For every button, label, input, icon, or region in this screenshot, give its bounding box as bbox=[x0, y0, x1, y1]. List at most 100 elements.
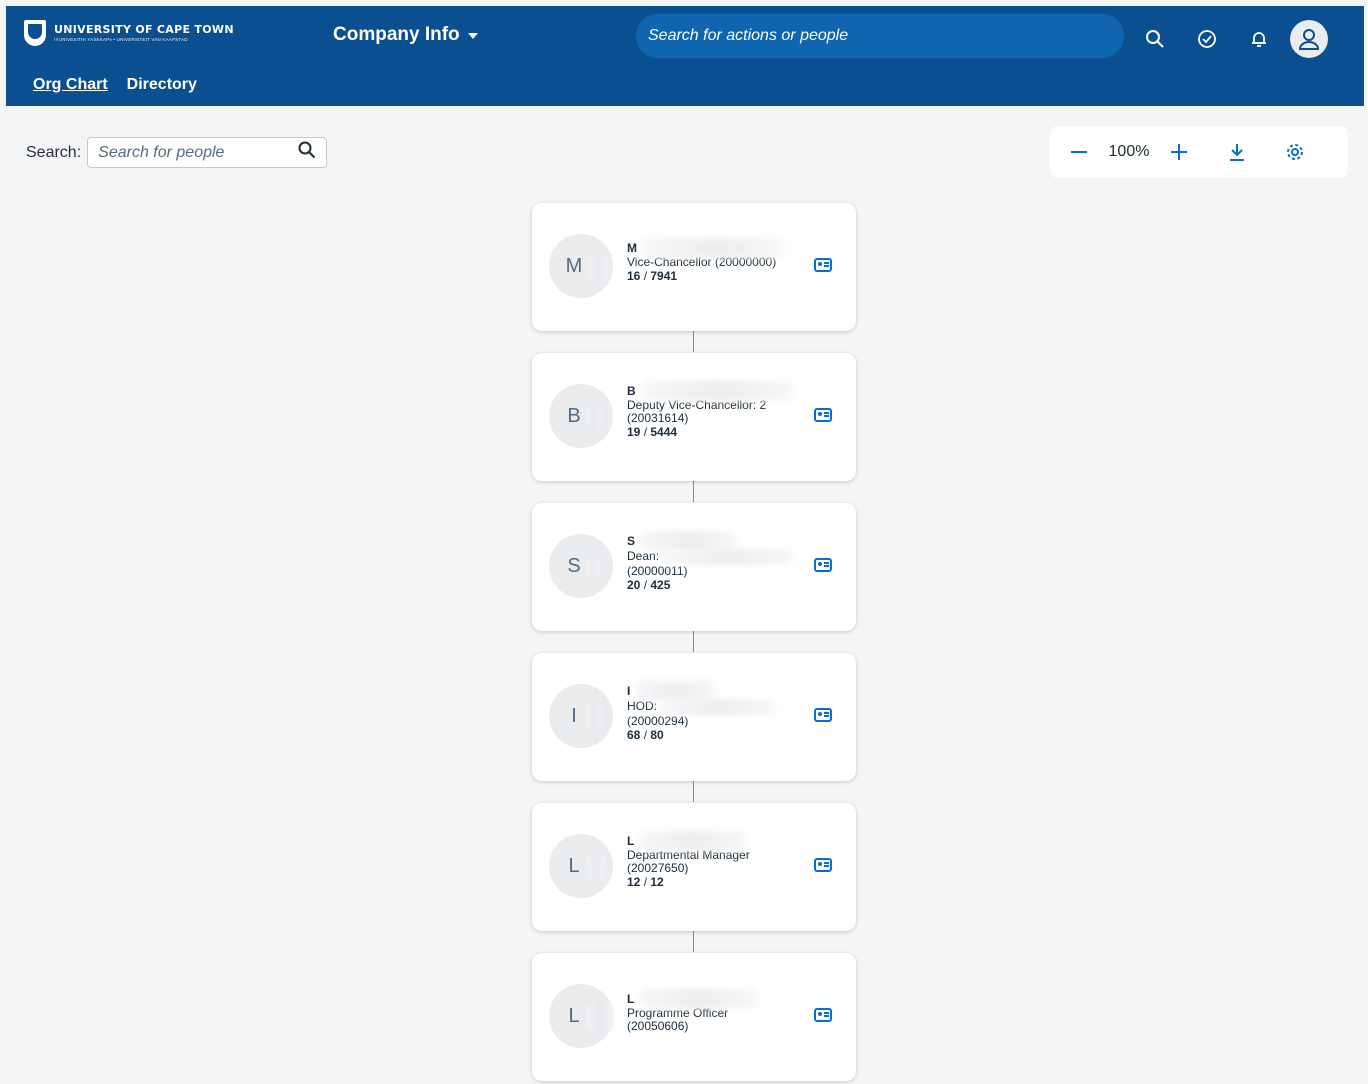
org-node-card[interactable]: L L Programme Officer (20050606) bbox=[532, 953, 856, 1081]
connector-line bbox=[693, 630, 694, 652]
avatar: M bbox=[549, 234, 613, 298]
logo-text: UNIVERSITY OF CAPE TOWN IYUNIVESITHI YAS… bbox=[54, 24, 234, 43]
total-reports: 80 bbox=[650, 728, 664, 742]
org-node-card[interactable]: S S Dean: (20000011) 20 / 425 bbox=[532, 503, 856, 631]
people-search-label: Search: bbox=[26, 143, 82, 161]
total-reports: 7941 bbox=[650, 269, 678, 283]
people-search-input[interactable]: Search for people bbox=[87, 137, 328, 168]
search-icon[interactable] bbox=[1140, 24, 1170, 54]
node-title-2: (20000011) bbox=[627, 564, 688, 578]
node-text: B Deputy Vice-Chancellor: 2 (20031614) 1… bbox=[627, 381, 817, 439]
avatar: S bbox=[549, 534, 613, 598]
app-frame: UNIVERSITY OF CAPE TOWN IYUNIVESITHI YAS… bbox=[6, 6, 1364, 1084]
shell-top-bar: UNIVERSITY OF CAPE TOWN IYUNIVESITHI YAS… bbox=[6, 6, 1364, 64]
direct-reports: 12 bbox=[627, 875, 641, 889]
bell-icon[interactable] bbox=[1244, 24, 1274, 54]
redacted-title bbox=[660, 699, 776, 715]
node-text: S Dean: (20000011) 20 / 425 bbox=[627, 531, 817, 592]
direct-reports: 20 bbox=[627, 578, 641, 592]
contact-card-icon[interactable] bbox=[814, 258, 832, 272]
node-title-2: (20027650) bbox=[627, 861, 689, 875]
redacted-area bbox=[587, 554, 599, 580]
node-counts: 68 / 80 bbox=[627, 728, 664, 742]
node-name: L bbox=[627, 991, 635, 1006]
total-reports: 12 bbox=[650, 875, 664, 889]
direct-reports: 19 bbox=[627, 425, 641, 439]
node-name: B bbox=[627, 383, 636, 398]
avatar: I bbox=[549, 684, 613, 748]
node-counts: 20 / 425 bbox=[627, 578, 671, 592]
direct-reports: 16 bbox=[627, 269, 641, 283]
redacted-name bbox=[640, 831, 746, 851]
org-node-card[interactable]: B B Deputy Vice-Chancellor: 2 (20031614)… bbox=[532, 353, 856, 481]
org-node-card[interactable]: I I HOD: (20000294) 68 / 80 bbox=[532, 653, 856, 781]
redacted-area bbox=[587, 704, 601, 730]
search-icon[interactable] bbox=[298, 141, 316, 164]
node-counts: 19 / 5444 bbox=[627, 425, 678, 439]
minus-icon bbox=[1071, 151, 1087, 153]
caret-down-icon bbox=[467, 33, 478, 39]
people-search-placeholder: Search for people bbox=[98, 143, 225, 161]
avatar-initial: B bbox=[567, 404, 581, 427]
redacted-name bbox=[641, 531, 737, 551]
people-search: Search: Search for people bbox=[26, 137, 328, 168]
node-title-2: (20050606) bbox=[627, 1019, 689, 1033]
shell-search-input[interactable]: Search for actions or people bbox=[636, 14, 1124, 58]
node-counts: 16 / 7941 bbox=[627, 269, 678, 283]
node-text: L Departmental Manager (20027650) 12 / 1… bbox=[627, 831, 817, 889]
logo-main-text: UNIVERSITY OF CAPE TOWN bbox=[54, 22, 234, 36]
download-button[interactable] bbox=[1222, 137, 1252, 167]
app-title-menu[interactable]: Company Info bbox=[333, 24, 478, 46]
shell-actions bbox=[1140, 20, 1328, 58]
shell-header: UNIVERSITY OF CAPE TOWN IYUNIVESITHI YAS… bbox=[6, 6, 1364, 106]
zoom-in-button[interactable] bbox=[1164, 137, 1194, 167]
node-title: Dean: bbox=[627, 549, 660, 564]
tab-org-chart[interactable]: Org Chart bbox=[33, 76, 108, 94]
contact-card-icon[interactable] bbox=[814, 408, 832, 422]
avatar: L bbox=[549, 834, 613, 898]
node-title-2: (20000294) bbox=[627, 714, 689, 728]
node-text: I HOD: (20000294) 68 / 80 bbox=[627, 681, 817, 742]
connector-line bbox=[693, 930, 694, 952]
redacted-name bbox=[641, 381, 792, 401]
tab-directory[interactable]: Directory bbox=[127, 76, 197, 94]
redacted-area bbox=[587, 254, 609, 280]
node-title-2: (20031614) bbox=[627, 411, 689, 425]
total-reports: 425 bbox=[650, 578, 671, 592]
redacted-name bbox=[636, 681, 715, 701]
node-name: L bbox=[627, 833, 635, 848]
connector-line bbox=[693, 330, 694, 352]
user-avatar-icon[interactable] bbox=[1290, 20, 1328, 58]
uct-logo[interactable]: UNIVERSITY OF CAPE TOWN IYUNIVESITHI YAS… bbox=[24, 20, 234, 46]
zoom-level: 100% bbox=[1108, 143, 1150, 160]
direct-reports: 68 bbox=[627, 728, 641, 742]
settings-button[interactable] bbox=[1280, 137, 1310, 167]
redacted-title bbox=[662, 549, 793, 565]
node-name: M bbox=[627, 240, 637, 255]
redacted-area bbox=[587, 404, 601, 430]
node-counts: 12 / 12 bbox=[627, 875, 664, 889]
connector-line bbox=[693, 480, 694, 502]
plus-icon bbox=[1171, 144, 1187, 160]
avatar-initial: S bbox=[567, 554, 581, 577]
check-circle-icon[interactable] bbox=[1192, 24, 1222, 54]
total-reports: 5444 bbox=[650, 425, 678, 439]
contact-card-icon[interactable] bbox=[814, 858, 832, 872]
avatar-initial: I bbox=[571, 704, 577, 727]
org-node-card[interactable]: M M Vice-Chancellor (20000000) 16 / 7941 bbox=[532, 203, 856, 331]
settings-icon bbox=[1287, 144, 1303, 160]
zoom-toolbar: 100% bbox=[1050, 126, 1348, 178]
node-title: HOD: bbox=[627, 699, 657, 714]
redacted-area bbox=[587, 1004, 613, 1030]
redacted-name bbox=[640, 989, 756, 1009]
org-node-card[interactable]: L L Departmental Manager (20027650) 12 /… bbox=[532, 803, 856, 931]
node-text: M Vice-Chancellor (20000000) 16 / 7941 bbox=[627, 238, 817, 283]
logo-sub-text: IYUNIVESITHI YASEKAPA • UNIVERSITEIT VAN… bbox=[54, 36, 188, 42]
redacted-area bbox=[587, 854, 605, 880]
contact-card-icon[interactable] bbox=[814, 558, 832, 572]
node-name: I bbox=[627, 683, 631, 698]
subnav: Org Chart Directory bbox=[6, 64, 216, 106]
contact-card-icon[interactable] bbox=[814, 708, 832, 722]
zoom-out-button[interactable] bbox=[1064, 137, 1094, 167]
contact-card-icon[interactable] bbox=[814, 1008, 832, 1022]
